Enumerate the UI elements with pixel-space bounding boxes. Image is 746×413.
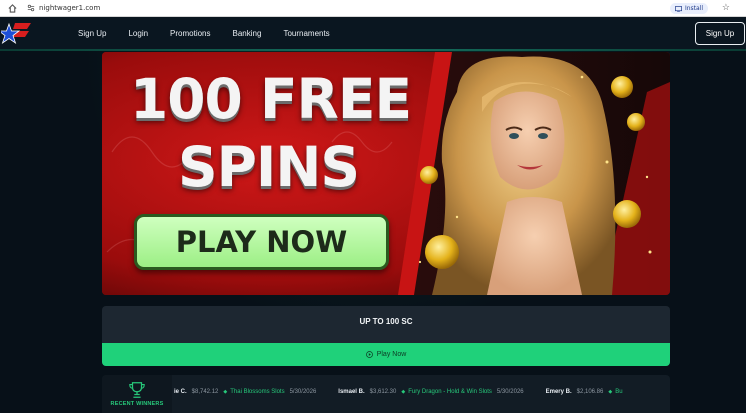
site-logo[interactable] <box>0 21 33 45</box>
url-text: nightwager1.com <box>39 4 101 12</box>
winner-date: 5/30/2026 <box>289 389 317 395</box>
offer-card: UP TO 100 SC Play Now <box>102 306 670 366</box>
offer-play-now-label: Play Now <box>376 351 407 358</box>
winner-name: Ismael B. <box>338 389 365 395</box>
winner-amount: $8,742.12 <box>191 389 219 395</box>
hero-headline-line2: SPINS <box>178 135 360 199</box>
install-label: Install <box>684 5 703 12</box>
recent-winners-label: RECENT WINNERS <box>110 401 164 407</box>
monitor-icon <box>674 5 682 12</box>
hero-play-now-button[interactable]: PLAY NOW <box>134 214 389 270</box>
site-header: Sign Up Login Promotions Banking Tournam… <box>0 17 746 49</box>
nav-tournaments-link[interactable]: Tournaments <box>283 29 329 38</box>
recent-winners-ticker: RECENT WINNERS ie C. $8,742.12 ◆ Thai Bl… <box>102 375 670 413</box>
site-settings-icon[interactable] <box>27 4 35 12</box>
winner-item: Ismael B. $3,612.30 ◆ Fury Dragon - Hold… <box>338 389 523 395</box>
winner-game-link[interactable]: Thai Blossoms Slots <box>230 389 284 395</box>
hero-banner[interactable]: 100 FREE SPINS PLAY NOW <box>102 52 670 295</box>
winner-name: Emery B. <box>545 389 572 395</box>
diamond-icon: ◆ <box>608 389 613 395</box>
winner-amount: $2,106.86 <box>576 389 604 395</box>
winner-name: ie C. <box>174 389 187 395</box>
winners-list: ie C. $8,742.12 ◆ Thai Blossoms Slots 5/… <box>174 389 650 395</box>
winner-game-link[interactable]: Fury Dragon - Hold & Win Slots <box>408 389 492 395</box>
winner-game-link[interactable]: Bu <box>615 389 622 395</box>
winner-item: Emery B. $2,106.86 ◆ Bu <box>546 389 628 395</box>
diamond-icon: ◆ <box>223 389 228 395</box>
winner-date: 5/30/2026 <box>496 389 524 395</box>
nav-banking-link[interactable]: Banking <box>233 29 262 38</box>
nav-promotions-link[interactable]: Promotions <box>170 29 210 38</box>
install-app-button[interactable]: Install <box>669 3 708 14</box>
trophy-icon <box>129 382 145 398</box>
diamond-icon: ◆ <box>401 389 406 395</box>
offer-play-now-button[interactable]: Play Now <box>102 343 670 366</box>
browser-toolbar: nightwager1.com Install ☆ <box>0 0 746 17</box>
bookmark-star-icon[interactable]: ☆ <box>722 2 730 13</box>
address-bar[interactable]: nightwager1.com <box>27 2 100 15</box>
nav-login-link[interactable]: Login <box>128 29 148 38</box>
hero-headline-line1: 100 FREE <box>130 67 412 131</box>
nav-signup-link[interactable]: Sign Up <box>78 29 106 38</box>
main-nav: Sign Up Login Promotions Banking Tournam… <box>78 17 352 49</box>
winner-amount: $3,612.30 <box>369 389 397 395</box>
play-icon <box>365 351 373 358</box>
winner-item: ie C. $8,742.12 ◆ Thai Blossoms Slots 5/… <box>174 389 316 395</box>
recent-winners-badge: RECENT WINNERS <box>102 375 172 413</box>
offer-title: UP TO 100 SC <box>359 317 413 326</box>
home-icon[interactable] <box>5 1 19 15</box>
header-signup-button[interactable]: Sign Up <box>695 22 745 45</box>
